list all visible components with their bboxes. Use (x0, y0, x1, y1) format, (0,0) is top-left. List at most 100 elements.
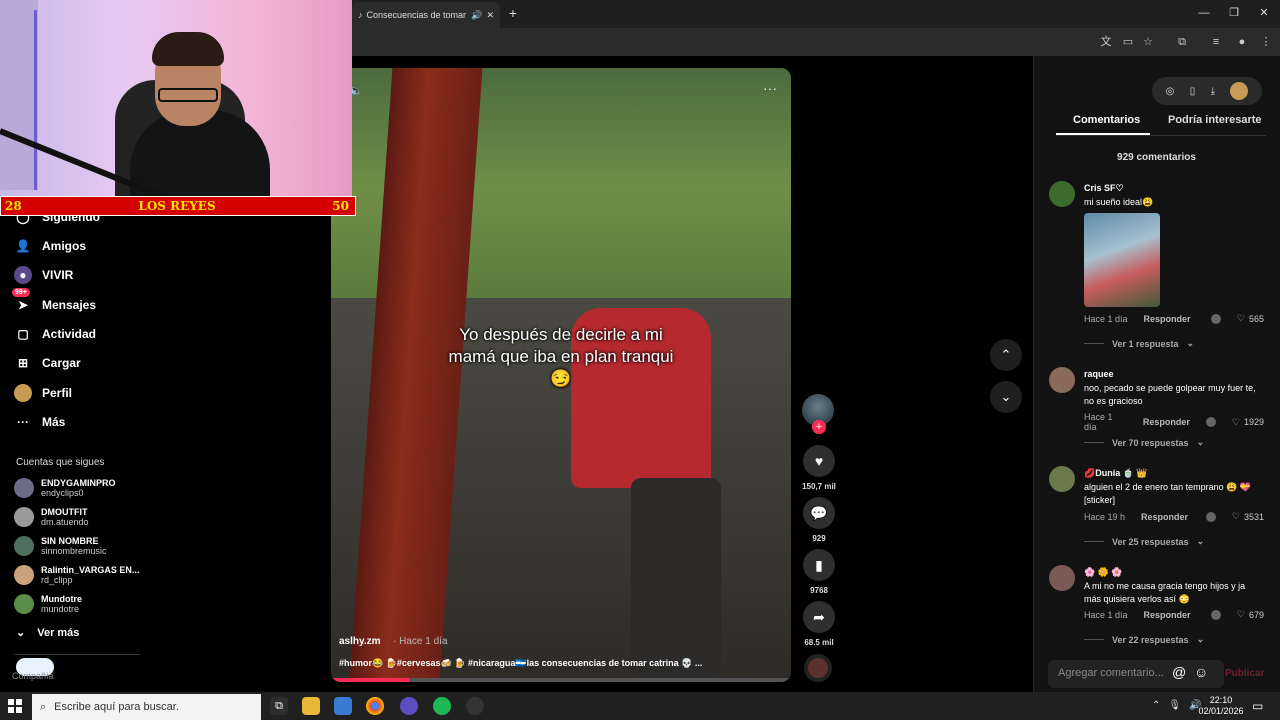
comment-action[interactable]: 💬 929 (802, 497, 836, 543)
task-view-icon[interactable]: ⧉ (270, 697, 288, 715)
chrome-icon[interactable] (366, 697, 384, 715)
followed-account[interactable]: Ralintin_VARGAS EN... rd_clipp (14, 562, 144, 588)
video-description: #humor😂 🍺#cervesas🍻 🍺 #nicaragua🇳🇮las co… (339, 658, 703, 668)
nav-item-activity[interactable]: ▢ Actividad (14, 323, 144, 345)
taskbar-clock[interactable]: 22:10 02/01/2026 (1198, 695, 1244, 717)
browser-tab[interactable]: ♪ Consecuencias de tomar C 🔊 ✕ (352, 2, 500, 28)
music-disc-icon[interactable] (804, 654, 832, 682)
comment-username[interactable]: raquee (1084, 369, 1114, 379)
next-video-button[interactable]: ⌄ (990, 381, 1022, 413)
tab-comments[interactable]: Comentarios (1073, 114, 1140, 126)
spotify-icon[interactable] (433, 697, 451, 715)
view-replies[interactable]: Ver 25 respuestas ⌄ (1084, 536, 1204, 547)
phone-icon[interactable]: ▯ (1190, 86, 1196, 97)
user-avatar[interactable] (1230, 82, 1249, 100)
followed-account[interactable]: ENDYGAMINPRO endyclips0 (14, 475, 144, 501)
comment-meta: Hace 1 día Responder ♡ 1929 (1084, 412, 1264, 432)
reply-button[interactable]: Responder (1143, 417, 1190, 427)
extensions-icon[interactable]: ⧉ (1174, 34, 1190, 50)
notification-icon[interactable]: ▭ (1252, 699, 1263, 713)
window-close-button[interactable]: ✕ (1256, 5, 1272, 21)
video-author[interactable]: aslhy.zm (339, 636, 381, 647)
commenter-avatar[interactable] (1049, 181, 1075, 207)
view-replies[interactable]: Ver 22 respuestas ⌄ (1084, 634, 1204, 645)
new-tab-button[interactable]: + (506, 5, 520, 21)
nav-item-messages[interactable]: ➤ 99+ Mensajes (12, 288, 144, 316)
video-more-icon[interactable]: ··· (763, 80, 777, 96)
commenter-avatar[interactable] (1049, 565, 1075, 591)
windows-start-icon[interactable] (8, 699, 22, 713)
divider (1084, 639, 1104, 640)
microphone-icon[interactable]: 🎙 (1168, 700, 1181, 711)
cast-icon[interactable]: ▭ (1120, 34, 1136, 50)
file-explorer-icon[interactable] (302, 697, 320, 715)
comment-meta: Hace 1 día Responder ♡ 565 (1084, 313, 1264, 324)
video-player[interactable]: 🔈 ··· Yo después de decirle a mi mamá qu… (331, 68, 791, 682)
chevron-down-icon: ⌄ (1196, 634, 1205, 644)
comment-like[interactable]: ♡ 565 (1210, 313, 1264, 324)
restore-button[interactable]: ❐ (1226, 5, 1242, 21)
app-icon[interactable] (400, 697, 418, 715)
nav-item-profile[interactable]: Perfil (14, 382, 144, 404)
divider (1084, 541, 1104, 542)
like-action[interactable]: ♥ 150,7 mil (802, 445, 836, 491)
see-more-accounts[interactable]: ⌄ Ver más (16, 626, 79, 640)
comment-like[interactable]: ♡ 3531 (1205, 511, 1264, 522)
heart-outline-icon: ♡ (1231, 511, 1240, 521)
bookmark-star-icon[interactable]: ☆ (1140, 34, 1156, 50)
chevron-down-icon: ⌄ (16, 627, 26, 639)
taskbar-search[interactable]: ⌕ Escribe aquí para buscar. (32, 694, 261, 720)
tab-you-may-like[interactable]: Podría interesarte (1168, 114, 1262, 126)
nav-item-upload[interactable]: ⊞ Cargar (14, 352, 144, 374)
comment-count-label: 929 comentarios (1117, 152, 1196, 163)
reply-button[interactable]: Responder (1144, 610, 1191, 620)
emoji-icon[interactable]: ☺ (1194, 664, 1208, 680)
comment-username[interactable]: 💋Dunía 🍵 👑 (1084, 468, 1148, 479)
reply-button[interactable]: Responder (1141, 512, 1188, 522)
compass-icon[interactable]: ◎ (1166, 86, 1175, 97)
followed-account[interactable]: Mundotre mundotre (14, 591, 144, 617)
follow-plus-icon[interactable]: + (812, 420, 826, 434)
nav-item-more[interactable]: ··· Más (14, 411, 144, 433)
tab-close-icon[interactable]: ✕ (486, 10, 494, 21)
minimize-button[interactable]: — (1196, 5, 1212, 21)
account-name: DMOUTFIT (41, 507, 88, 517)
previous-video-button[interactable]: ⌃ (990, 339, 1022, 371)
panel-toolbar: ◎ ▯ ⤓ (1152, 77, 1262, 105)
view-replies[interactable]: Ver 70 respuestas ⌄ (1084, 437, 1204, 448)
commenter-avatar[interactable] (1049, 367, 1075, 393)
followed-account[interactable]: DMOUTFIT dm.atuendo (14, 504, 144, 530)
media-controls-icon[interactable]: ≡ (1208, 34, 1224, 50)
comment-username[interactable]: 🌸 🌼 🌸 (1084, 567, 1123, 578)
commenter-avatar[interactable] (1049, 466, 1075, 492)
mention-icon[interactable]: @ (1172, 664, 1186, 680)
store-icon[interactable] (334, 697, 352, 715)
profile-avatar-icon[interactable]: ● (1234, 34, 1250, 50)
tray-chevron-icon[interactable]: ⌃ (1152, 700, 1160, 711)
chevron-down-icon: ⌄ (1196, 536, 1205, 546)
comment-time: Hace 19 h (1084, 511, 1126, 522)
view-replies[interactable]: Ver 1 respuesta ⌄ (1084, 338, 1194, 349)
translate-icon[interactable]: 文 (1098, 34, 1114, 50)
followed-account[interactable]: SIN NOMBRE sinnombremusic (14, 533, 144, 559)
comment-like[interactable]: ♡ 679 (1210, 609, 1264, 620)
reply-button[interactable]: Responder (1144, 314, 1191, 324)
comment-like[interactable]: ♡ 1929 (1205, 417, 1264, 428)
nav-label: VIVIR (42, 268, 74, 282)
comment-username[interactable]: Cris SF♡ (1084, 183, 1124, 194)
download-icon[interactable]: ⤓ (1211, 86, 1215, 97)
view-replies-label: Ver 70 respuestas (1112, 437, 1189, 448)
footer-company-link[interactable]: Compañía (12, 671, 54, 681)
save-action[interactable]: ▮ 9768 (802, 549, 836, 595)
nav-item-live[interactable]: ● VIVIR (14, 264, 144, 286)
tab-audio-icon[interactable]: 🔊 (471, 10, 482, 21)
comment-meta: Hace 19 h Responder ♡ 3531 (1084, 511, 1264, 522)
nav-item-friends[interactable]: 👤 Amigos (14, 235, 144, 257)
menu-kebab-icon[interactable]: ⋮ (1258, 34, 1274, 50)
share-action[interactable]: ➦ 68.5 mil (802, 601, 836, 647)
like-count: 150,7 mil (802, 482, 836, 491)
search-icon: ⌕ (40, 700, 47, 713)
active-tab-indicator (1056, 133, 1150, 135)
obs-icon[interactable] (466, 697, 484, 715)
publish-button[interactable]: Publicar (1225, 668, 1264, 679)
